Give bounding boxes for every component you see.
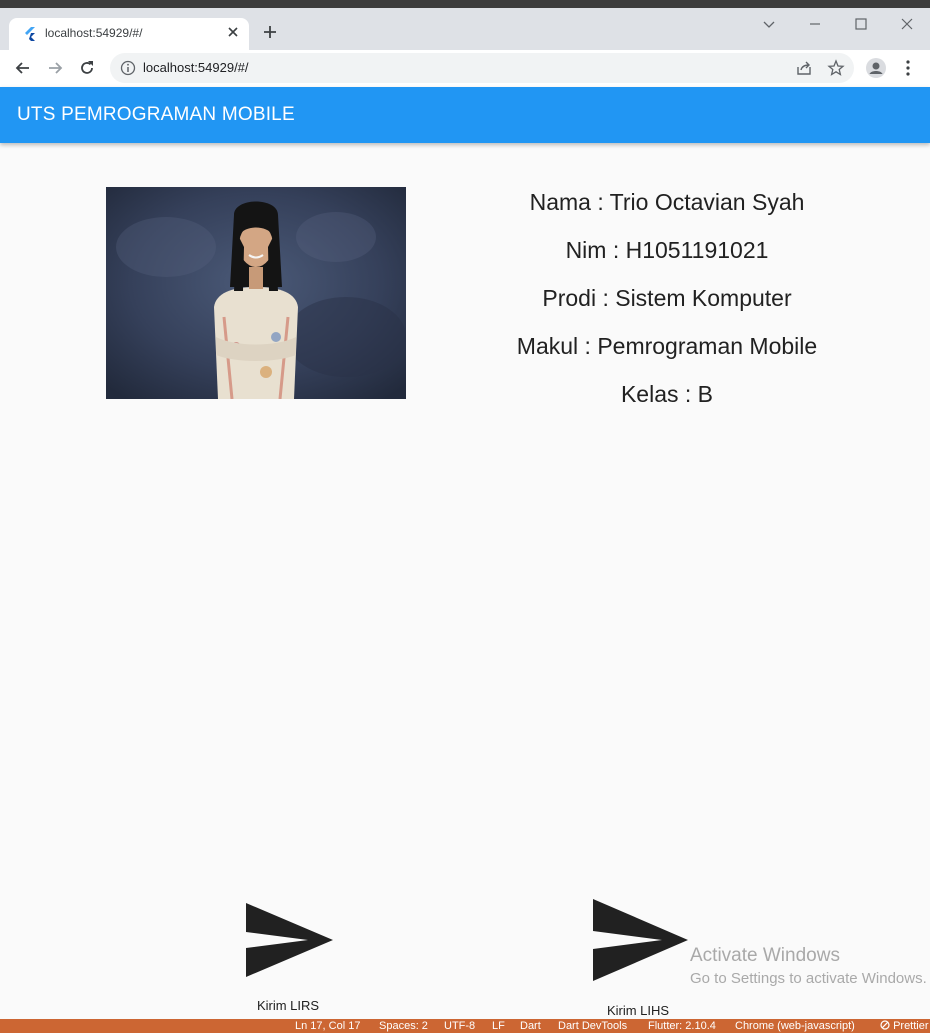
kirim-lihs-button[interactable]: Kirim LIHS xyxy=(578,895,698,1020)
status-dart-devtools[interactable]: Dart DevTools xyxy=(558,1020,627,1032)
reload-icon[interactable] xyxy=(77,58,97,78)
browser-tab[interactable]: localhost:54929/#/ xyxy=(9,18,249,50)
info-nim: Nim : H1051191021 xyxy=(565,237,769,263)
status-line-ending[interactable]: LF xyxy=(492,1020,505,1032)
browser-toolbar: localhost:54929/#/ xyxy=(0,50,930,87)
status-encoding[interactable]: UTF-8 xyxy=(444,1020,475,1032)
profile-icon[interactable] xyxy=(865,57,887,79)
app-title: UTS PEMROGRAMAN MOBILE xyxy=(17,104,295,125)
status-prettier-label: Prettier xyxy=(893,1020,929,1032)
close-window-icon[interactable] xyxy=(897,14,917,34)
close-tab-icon[interactable] xyxy=(225,24,241,40)
minimize-icon[interactable] xyxy=(805,14,825,34)
new-tab-icon[interactable] xyxy=(260,22,280,42)
tab-title: localhost:54929/#/ xyxy=(45,26,143,40)
activate-windows-subtitle: Go to Settings to activate Windows. xyxy=(690,970,927,987)
bookmark-star-icon[interactable] xyxy=(827,59,845,77)
editor-status-bar: Ln 17, Col 17 Spaces: 2 UTF-8 LF Dart Da… xyxy=(0,1019,930,1033)
kirim-lirs-label: Kirim LIRS xyxy=(256,998,320,1013)
maximize-icon[interactable] xyxy=(851,14,871,34)
os-title-strip xyxy=(0,0,930,8)
flutter-icon xyxy=(25,27,35,41)
profile-photo xyxy=(106,187,406,399)
url-text: localhost:54929/#/ xyxy=(143,60,249,75)
activate-windows-title: Activate Windows xyxy=(690,945,840,966)
share-icon[interactable] xyxy=(795,59,813,77)
send-icon xyxy=(593,899,688,981)
browser-menu-icon[interactable] xyxy=(898,58,918,78)
info-nama: Nama : Trio Octavian Syah xyxy=(529,189,805,215)
kirim-lihs-label: Kirim LIHS xyxy=(606,1003,670,1018)
browser-tab-strip: localhost:54929/#/ xyxy=(0,8,930,50)
status-device[interactable]: Chrome (web-javascript) xyxy=(735,1020,855,1032)
status-flutter-version[interactable]: Flutter: 2.10.4 xyxy=(648,1020,716,1032)
info-makul: Makul : Pemrograman Mobile xyxy=(516,333,818,359)
info-prodi: Prodi : Sistem Komputer xyxy=(542,285,792,311)
status-language[interactable]: Dart xyxy=(520,1020,541,1032)
status-indentation[interactable]: Spaces: 2 xyxy=(379,1020,428,1032)
info-kelas: Kelas : B xyxy=(620,381,714,407)
site-info-icon[interactable] xyxy=(120,60,136,76)
forward-icon[interactable] xyxy=(45,58,65,78)
status-cursor-position[interactable]: Ln 17, Col 17 xyxy=(295,1020,360,1032)
app-bar: UTS PEMROGRAMAN MOBILE xyxy=(0,87,930,143)
status-prettier[interactable]: Prettier xyxy=(880,1020,929,1032)
kirim-lirs-button[interactable]: Kirim LIRS xyxy=(230,895,345,1020)
tab-search-icon[interactable] xyxy=(759,14,779,34)
back-icon[interactable] xyxy=(13,58,33,78)
address-bar[interactable]: localhost:54929/#/ xyxy=(110,53,854,83)
prettier-disabled-icon xyxy=(880,1020,890,1030)
send-icon xyxy=(246,903,333,977)
